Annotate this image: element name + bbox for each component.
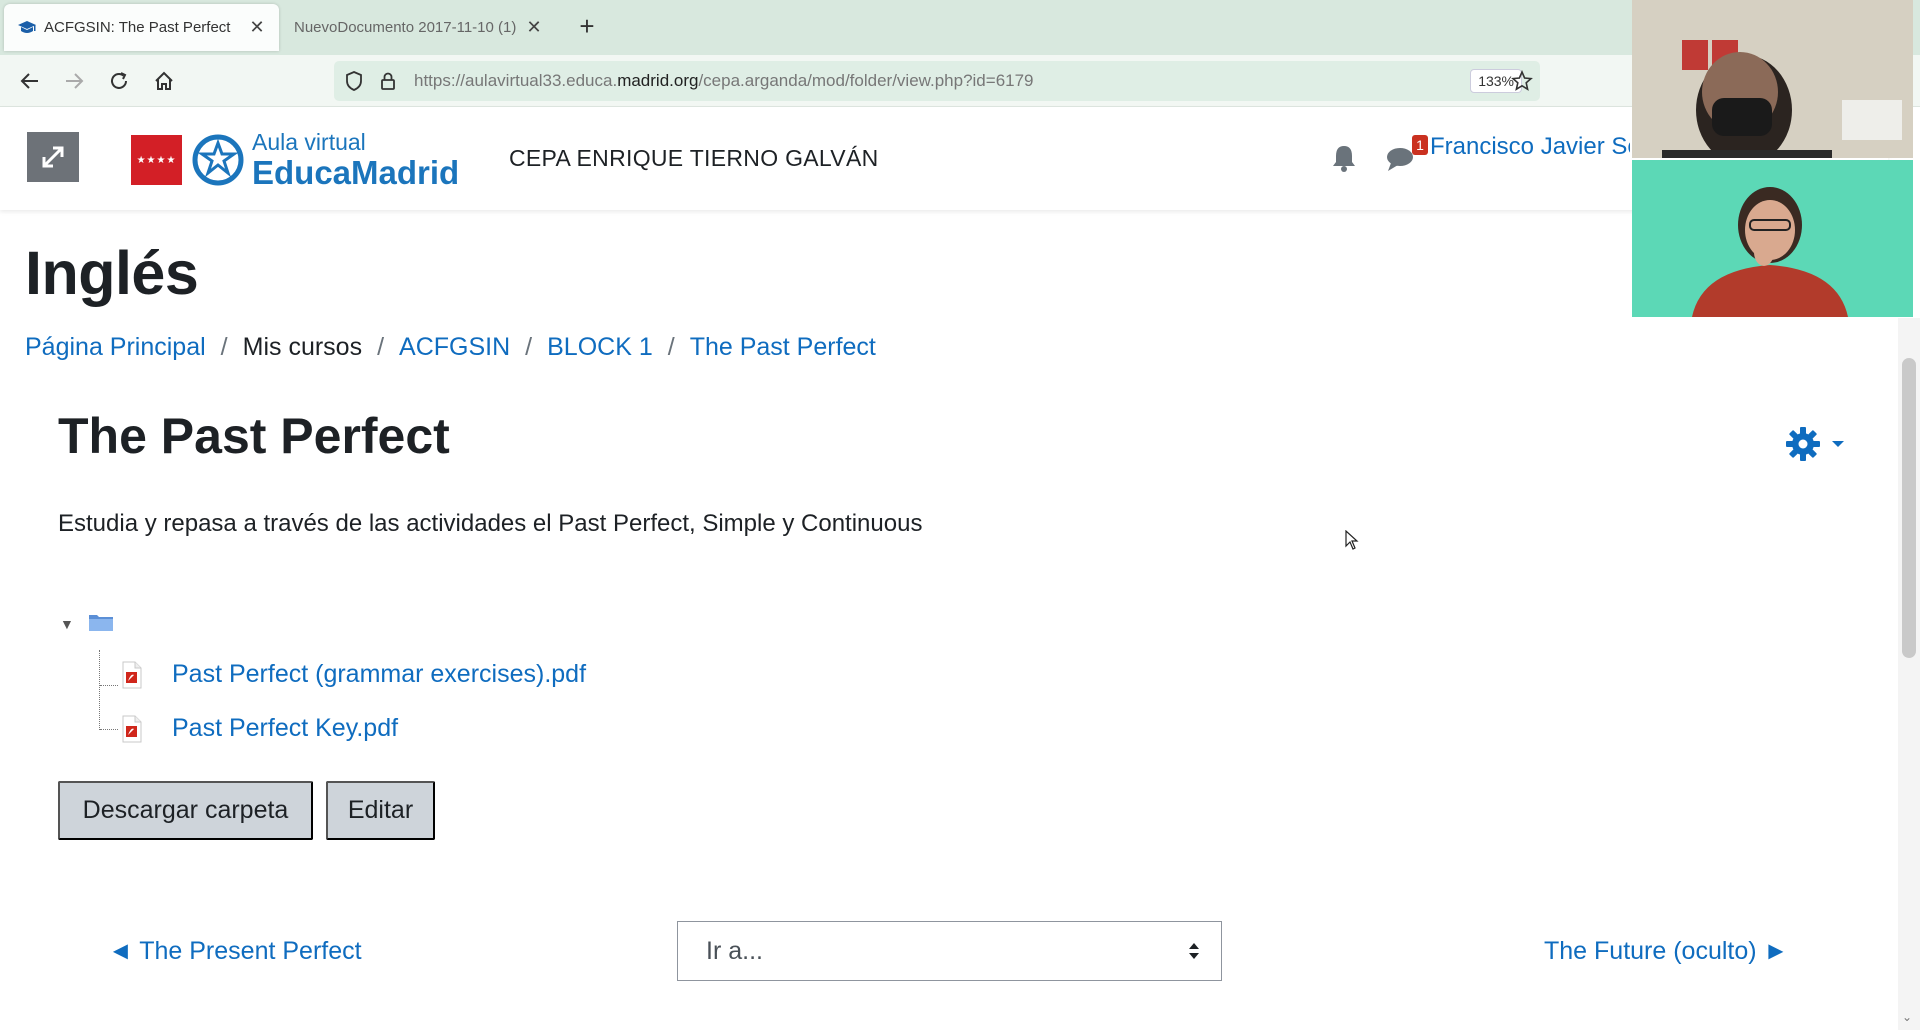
pdf-file-icon: [122, 661, 142, 688]
url-text: https://aulavirtual33.educa.madrid.org/c…: [414, 71, 1034, 90]
file-item[interactable]: Past Perfect (grammar exercises).pdf: [118, 660, 586, 689]
site-name[interactable]: CEPA ENRIQUE TIERNO GALVÁN: [509, 145, 879, 172]
select-arrows-icon: [1189, 943, 1199, 959]
user-menu-name[interactable]: Francisco Javier Se: [1430, 133, 1630, 161]
tab-close-icon[interactable]: ✕: [247, 17, 267, 38]
breadcrumb-separator: /: [377, 333, 385, 361]
breadcrumb-separator: /: [525, 333, 533, 361]
jump-to-selected-value: Ir a...: [706, 936, 763, 965]
url-bar[interactable]: https://aulavirtual33.educa.madrid.org/c…: [334, 61, 1540, 101]
browser-tab-active[interactable]: ACFGSIN: The Past Perfect ✕: [4, 4, 279, 51]
tree-connector: [99, 650, 100, 730]
activity-title: The Past Perfect: [58, 408, 450, 464]
course-title: Inglés: [25, 239, 199, 307]
settings-menu-button[interactable]: [1784, 424, 1848, 464]
back-arrow-icon[interactable]: [14, 65, 46, 97]
reload-icon[interactable]: [103, 65, 135, 97]
video-participant-1: [1632, 0, 1913, 158]
download-folder-button[interactable]: Descargar carpeta: [58, 781, 313, 840]
pdf-file-icon: [122, 715, 142, 742]
bookmark-star-icon[interactable]: [1506, 65, 1538, 97]
scrollbar-thumb[interactable]: [1902, 358, 1916, 658]
scroll-down-arrow-icon[interactable]: ⌄: [1902, 1010, 1912, 1024]
forward-arrow-icon[interactable]: [58, 65, 90, 97]
site-header: ★★★★ Aula virtual EducaMadrid CEPA ENRIQ…: [0, 107, 1888, 210]
breadcrumb-course[interactable]: ACFGSIN: [399, 333, 510, 362]
next-activity-link[interactable]: The Future (oculto) ►: [1544, 937, 1788, 966]
expand-arrows-icon: [42, 146, 64, 168]
jump-to-select[interactable]: Ir a...: [677, 921, 1222, 981]
folder-icon: [89, 615, 113, 631]
file-link[interactable]: Past Perfect (grammar exercises).pdf: [172, 660, 586, 689]
message-count-badge: 1: [1412, 135, 1428, 155]
tree-connector: [100, 729, 118, 730]
breadcrumb-separator: /: [667, 333, 675, 361]
logo-text: Aula virtual EducaMadrid: [252, 129, 460, 191]
page-scrollbar[interactable]: ⌄: [1898, 318, 1920, 1030]
video-participant-2: [1632, 160, 1913, 317]
graduation-cap-icon: [16, 17, 38, 39]
edit-button[interactable]: Editar: [326, 781, 435, 840]
bell-icon[interactable]: [1330, 143, 1358, 173]
madrid-flag-icon: ★★★★: [131, 135, 182, 185]
tree-connector: [100, 685, 118, 686]
file-item[interactable]: Past Perfect Key.pdf: [118, 714, 398, 743]
breadcrumb-section[interactable]: BLOCK 1: [547, 333, 653, 362]
breadcrumb: Página Principal / Mis cursos / ACFGSIN …: [25, 333, 876, 362]
tab-title: NuevoDocumento 2017-11-10 (1): [294, 19, 517, 36]
educamadrid-emblem-icon: [192, 134, 244, 186]
previous-activity-link[interactable]: ◄ The Present Perfect: [108, 937, 362, 966]
expand-drawer-button[interactable]: [27, 132, 79, 182]
home-icon[interactable]: [148, 65, 180, 97]
file-link[interactable]: Past Perfect Key.pdf: [172, 714, 398, 743]
breadcrumb-activity[interactable]: The Past Perfect: [690, 333, 876, 362]
tab-title: ACFGSIN: The Past Perfect: [44, 19, 231, 36]
educamadrid-logo[interactable]: ★★★★ Aula virtual EducaMadrid: [131, 131, 459, 189]
caret-down-icon: [1832, 441, 1844, 447]
activity-description: Estudia y repasa a través de las activid…: [58, 510, 923, 537]
tree-collapse-triangle-icon[interactable]: ▼: [60, 616, 74, 632]
gear-icon: [1786, 427, 1820, 461]
lock-icon[interactable]: [374, 67, 402, 95]
tab-close-icon[interactable]: ✕: [524, 17, 544, 38]
shield-icon[interactable]: [340, 67, 368, 95]
breadcrumb-home[interactable]: Página Principal: [25, 333, 206, 362]
new-tab-button[interactable]: +: [572, 12, 602, 42]
mouse-cursor-icon: [1345, 530, 1359, 550]
breadcrumb-separator: /: [220, 333, 228, 361]
breadcrumb-my-courses: Mis cursos: [242, 333, 363, 361]
browser-tab-inactive[interactable]: NuevoDocumento 2017-11-10 (1) ✕: [284, 4, 554, 51]
